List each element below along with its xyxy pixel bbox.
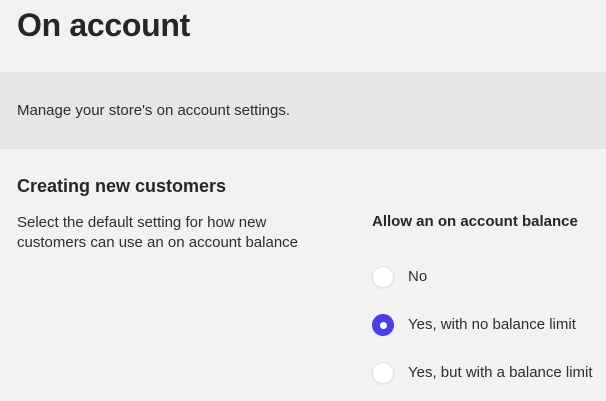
- section-description: Select the default setting for how new c…: [17, 214, 299, 251]
- on-account-balance-fieldset: Allow an on account balance No Yes, with…: [372, 212, 606, 384]
- page: On account Manage your store's on accoun…: [0, 0, 606, 401]
- radio-label: No: [408, 268, 428, 285]
- radio-button-selected[interactable]: [372, 314, 394, 336]
- radio-option-with-limit[interactable]: Yes, but with a balance limit: [372, 360, 593, 386]
- radio-dot: [379, 321, 387, 329]
- radio-option-no[interactable]: No: [372, 264, 427, 290]
- radio-button[interactable]: [372, 362, 394, 384]
- page-description: Manage your store's on account settings.: [17, 102, 291, 119]
- radio-label: Yes, with no balance limit: [408, 316, 576, 333]
- radio-button[interactable]: [372, 266, 394, 288]
- description-band: Manage your store's on account settings.: [0, 72, 606, 149]
- section-heading: Creating new customers: [17, 176, 227, 196]
- radio-option-no-limit[interactable]: Yes, with no balance limit: [372, 312, 576, 338]
- fieldset-legend: Allow an on account balance: [372, 213, 578, 230]
- page-title: On account: [17, 7, 191, 43]
- radio-label: Yes, but with a balance limit: [408, 364, 593, 381]
